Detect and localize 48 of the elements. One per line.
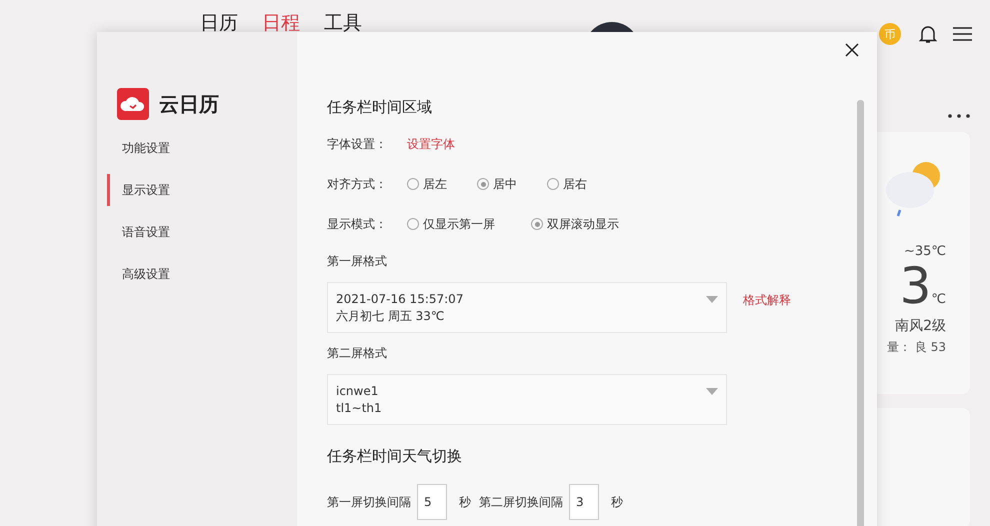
- radio-option[interactable]: 居左: [407, 176, 477, 192]
- field-label: 字体设置：: [327, 136, 388, 152]
- cloud-logo-icon: [117, 88, 149, 120]
- interval-input[interactable]: 3: [569, 484, 599, 520]
- caret-icon: [706, 388, 718, 395]
- field-label: 第一屏切换间隔: [327, 494, 411, 510]
- radio-icon[interactable]: [407, 218, 419, 230]
- interval-input[interactable]: 5: [417, 484, 447, 520]
- settings-menu-item[interactable]: 高级设置: [107, 258, 297, 290]
- section-title: 任务栏时间区域: [327, 98, 433, 117]
- radio-icon[interactable]: [407, 178, 419, 190]
- field-label: 第二屏格式: [327, 345, 388, 362]
- caret-icon: [706, 296, 718, 303]
- unit-label: 秒: [611, 494, 623, 510]
- field-label: 第一屏格式: [327, 253, 388, 270]
- settings-menu-item[interactable]: 显示设置: [107, 174, 297, 206]
- radio-icon[interactable]: [477, 178, 489, 190]
- radio-option[interactable]: 居右: [547, 176, 617, 192]
- app-name: 云日历: [159, 90, 219, 118]
- nav-tab[interactable]: 日历: [200, 10, 238, 36]
- menu-icon[interactable]: [953, 26, 972, 42]
- format-dropdown[interactable]: icnwe1 tl1~th1: [327, 374, 727, 425]
- temperature-unit: ℃: [931, 292, 946, 307]
- unit-label: 秒: [459, 494, 471, 510]
- nav-tab[interactable]: 工具: [324, 10, 362, 36]
- format-dropdown[interactable]: 2021-07-16 15:57:07 六月初七 周五 33℃: [327, 282, 727, 333]
- radio-option[interactable]: 居中: [477, 176, 547, 192]
- nav-tab[interactable]: 日程: [262, 10, 300, 36]
- radio-icon[interactable]: [531, 218, 543, 230]
- settings-menu-item[interactable]: 功能设置: [107, 132, 297, 164]
- bell-icon[interactable]: [919, 24, 937, 44]
- more-icon[interactable]: [948, 114, 970, 118]
- field-label: 显示模式：: [327, 216, 388, 232]
- scrollbar-thumb[interactable]: [857, 100, 864, 526]
- radio-option[interactable]: 仅显示第一屏: [407, 216, 531, 232]
- set-font-link[interactable]: 设置字体: [407, 136, 455, 152]
- settings-menu-item[interactable]: 语音设置: [107, 216, 297, 248]
- close-icon[interactable]: [845, 43, 859, 57]
- temperature: 3: [900, 259, 932, 313]
- radio-icon[interactable]: [547, 178, 559, 190]
- air-quality-text: 量： 良 53: [887, 339, 946, 356]
- wind-text: 南风2级: [895, 317, 946, 335]
- section-title: 任务栏时间天气切换: [327, 447, 463, 466]
- temperature-range: ~35℃: [904, 244, 946, 259]
- field-label: 对齐方式：: [327, 176, 388, 192]
- radio-option[interactable]: 双屏滚动显示: [531, 216, 655, 232]
- field-label: 第二屏切换间隔: [479, 494, 563, 510]
- format-help-link[interactable]: 格式解释: [743, 292, 791, 309]
